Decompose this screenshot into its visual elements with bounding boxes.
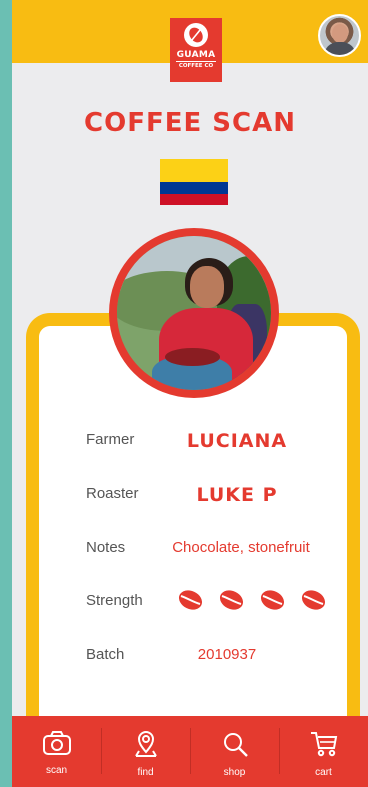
farmer-label: Farmer [86,431,135,448]
bottom-nav: scan find shop cart [12,716,368,787]
cart-icon [310,732,337,757]
flag-stripe-yellow [160,159,228,182]
avatar-head [332,24,348,43]
search-icon [223,733,248,757]
batch-value: 2010937 [197,646,257,663]
photo-face [190,266,224,308]
photo-coffee-cherries [165,348,220,366]
nav-label: cart [315,767,332,778]
nav-label: find [137,767,154,778]
coffee-bean-icon [219,590,244,610]
coffee-bean-icon [301,590,326,610]
brand-divider [176,61,216,62]
app-screen: GUAMA COFFEE CO COFFEE SCAN Farmer LUCIA… [12,0,368,787]
nav-cart[interactable]: cart [279,716,368,787]
flag-stripe-blue [160,182,228,194]
farmer-value: LUCIANA [186,430,288,452]
nav-find[interactable]: find [101,716,190,787]
roaster-value: LUKE P [196,484,278,506]
batch-label: Batch [86,646,125,663]
coffee-bean-icon [178,590,203,610]
brand-subtitle: COFFEE CO [178,63,214,69]
nav-label: scan [45,765,68,776]
map-pin-icon [134,731,157,757]
notes-label: Notes [86,539,126,556]
user-avatar[interactable] [318,14,361,57]
notes-value: Chocolate, stonefruit [172,539,310,556]
nav-scan[interactable]: scan [12,716,101,787]
strength-label: Strength [86,592,143,609]
nav-label: shop [223,767,246,778]
strength-rating [177,588,327,612]
coffee-bean-icon [184,23,208,47]
nav-shop[interactable]: shop [190,716,279,787]
brand-logo[interactable]: GUAMA COFFEE CO [170,18,222,82]
camera-icon [42,731,71,755]
farmer-photo [109,228,279,398]
flag-stripe-red [160,194,228,205]
colombia-flag-icon [160,159,228,205]
brand-name: GUAMA [176,50,216,60]
coffee-bean-icon [260,590,285,610]
roaster-label: Roaster [86,485,139,502]
avatar-body [324,42,356,55]
page-title: COFFEE SCAN [84,108,296,138]
